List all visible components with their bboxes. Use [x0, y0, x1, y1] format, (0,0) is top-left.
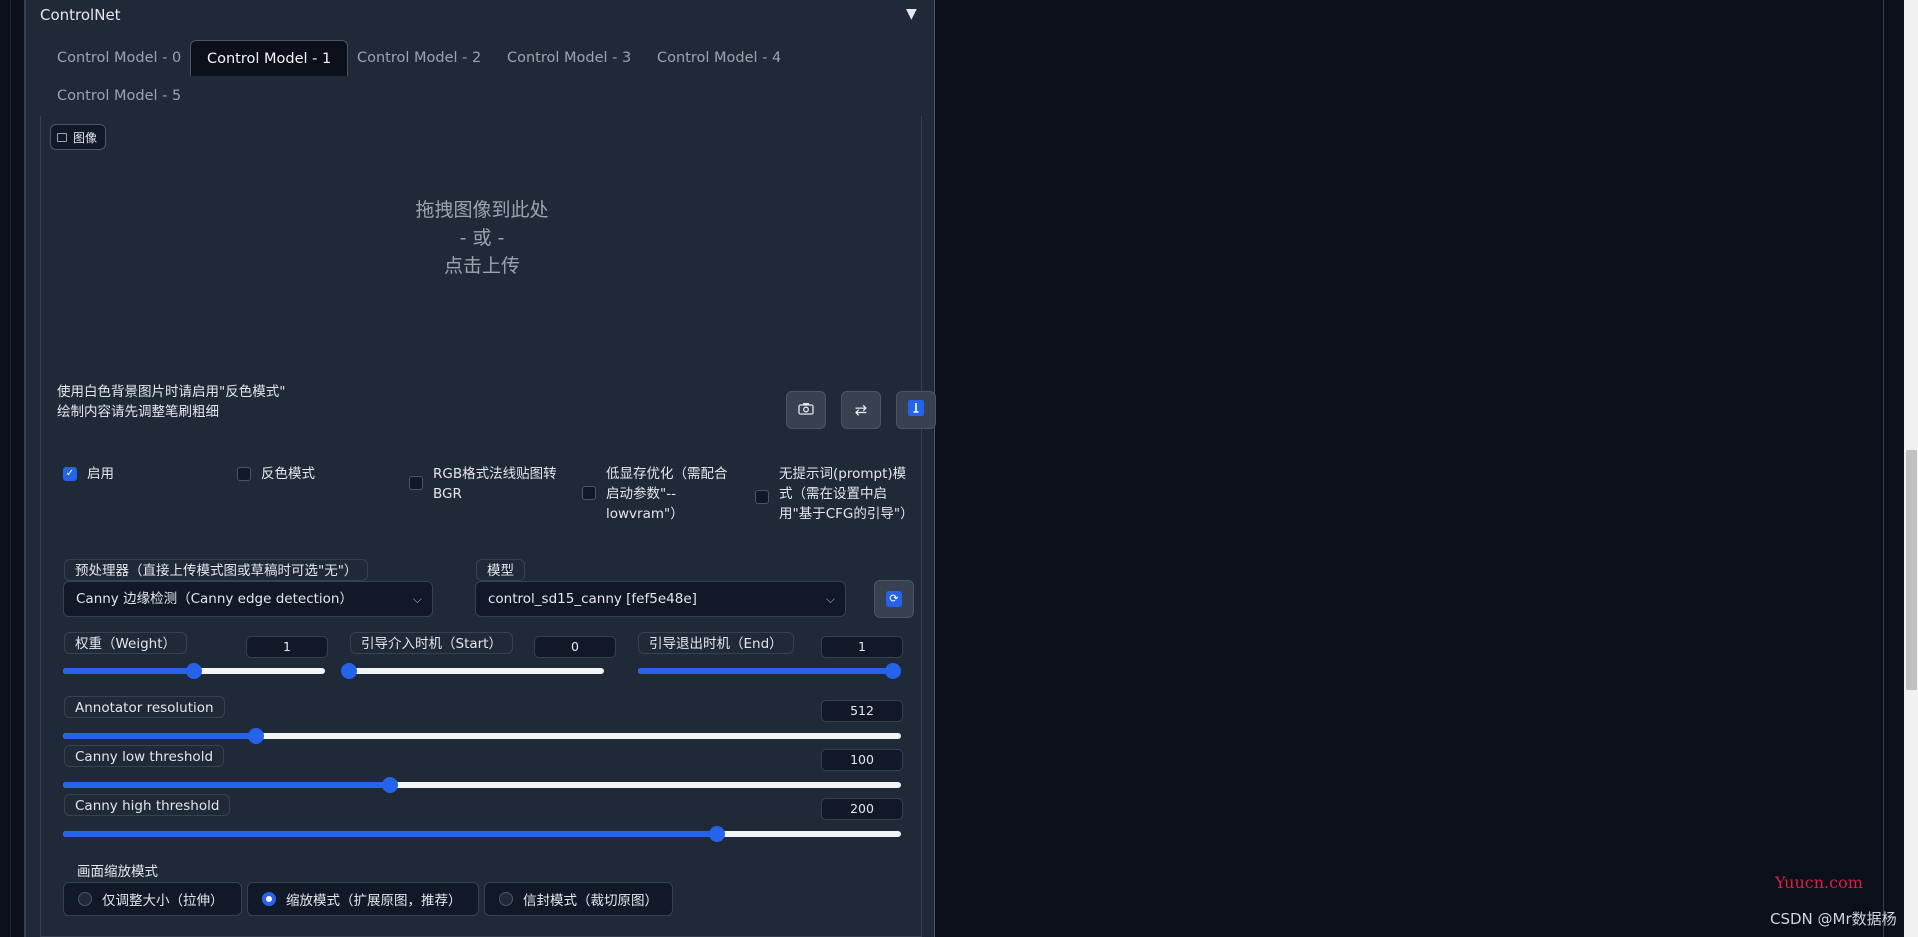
- rgb-to-bgr-label: RGB格式法线贴图转BGR: [433, 466, 557, 502]
- resize-mode-label: 画面缩放模式: [77, 864, 158, 880]
- preprocessor-label: 预处理器（直接上传模式图或草稿时可选"无"）: [64, 559, 369, 581]
- rgb-to-bgr-checkbox[interactable]: RGB格式法线贴图转BGR: [409, 464, 565, 504]
- canny-low-input[interactable]: 100: [821, 749, 903, 771]
- image-drop-zone[interactable]: 拖拽图像到此处 - 或 - 点击上传: [41, 196, 923, 280]
- checkbox-checked-icon: ✓: [63, 467, 77, 481]
- drop-text-2: - 或 -: [459, 227, 505, 249]
- slider-fill: [638, 668, 893, 674]
- canny-high-slider[interactable]: [63, 826, 901, 842]
- camera-icon: [798, 401, 814, 419]
- canny-low-slider[interactable]: [63, 777, 901, 793]
- tab-control-model-2[interactable]: Control Model - 2: [357, 40, 481, 76]
- guess-mode-label: 无提示词(prompt)模式（需在设置中启用"基于CFG的引导"）: [779, 466, 914, 522]
- chevron-down-icon: ⌵: [825, 592, 835, 606]
- enable-label: 启用: [87, 466, 114, 482]
- left-rail: [0, 0, 25, 937]
- control-model-tabs: Control Model - 0 Control Model - 1 Cont…: [26, 40, 936, 116]
- model-dropdown[interactable]: control_sd15_canny [fef5e48e] ⌵: [475, 581, 846, 617]
- slider-handle[interactable]: [247, 728, 264, 744]
- slider-fill: [63, 668, 194, 674]
- refresh-models-button[interactable]: ⟳: [874, 580, 914, 618]
- resize-option-label: 信封模式（裁切原图）: [523, 893, 658, 909]
- tab-control-model-5[interactable]: Control Model - 5: [57, 78, 181, 114]
- checkbox-icon: [582, 486, 596, 500]
- slider-handle[interactable]: [341, 663, 357, 679]
- resize-option-scale[interactable]: 缩放模式（扩展原图，推荐）: [247, 882, 479, 916]
- canny-low-label: Canny low threshold: [64, 745, 225, 767]
- annotator-resolution-input[interactable]: 512: [821, 700, 903, 722]
- slider-fill: [63, 733, 256, 739]
- accordion-title[interactable]: ControlNet: [40, 6, 121, 24]
- page: ControlNet ▼ Control Model - 0 Control M…: [0, 0, 1918, 937]
- slider-fill: [63, 831, 717, 837]
- resize-option-label: 仅调整大小（拉伸）: [102, 893, 224, 909]
- weight-label: 权重（Weight）: [64, 632, 188, 654]
- slider-handle[interactable]: [186, 663, 202, 679]
- guess-mode-checkbox[interactable]: 无提示词(prompt)模式（需在设置中启用"基于CFG的引导"）: [755, 464, 914, 524]
- tab-control-model-0[interactable]: Control Model - 0: [57, 40, 181, 76]
- low-vram-checkbox[interactable]: 低显存优化（需配合启动参数"--lowvram"）: [582, 464, 738, 524]
- radio-icon: [499, 892, 513, 906]
- start-input[interactable]: 0: [534, 636, 616, 658]
- invert-checkbox[interactable]: 反色模式: [237, 464, 387, 484]
- canny-high-label: Canny high threshold: [64, 794, 231, 816]
- checkbox-icon: [755, 490, 769, 504]
- enable-checkbox[interactable]: ✓ 启用: [63, 464, 213, 484]
- drop-text-3: 点击上传: [443, 255, 520, 277]
- watermark-site: Yuucn.com: [1775, 873, 1863, 892]
- end-slider[interactable]: [638, 663, 901, 679]
- brush-size-button[interactable]: [896, 391, 936, 429]
- image-label-text: 图像: [73, 130, 98, 145]
- options-checkboxes: ✓ 启用 反色模式 RGB格式法线贴图转BGR 低显存优化（需配合启动参数"--…: [41, 464, 923, 554]
- slider-handle[interactable]: [708, 826, 725, 842]
- image-label: 图像: [50, 124, 107, 150]
- tab-control-model-3[interactable]: Control Model - 3: [507, 40, 631, 76]
- checkbox-icon: [237, 467, 251, 481]
- end-label: 引导退出时机（End）: [638, 632, 794, 654]
- camera-button[interactable]: [786, 391, 826, 429]
- radio-icon: [78, 892, 92, 906]
- resize-option-envelope[interactable]: 信封模式（裁切原图）: [484, 882, 673, 916]
- model-label: 模型: [476, 559, 525, 581]
- canny-high-input[interactable]: 200: [821, 798, 903, 820]
- weight-input[interactable]: 1: [246, 636, 328, 658]
- invert-label: 反色模式: [261, 466, 315, 482]
- swap-icon: ⇄: [854, 401, 868, 419]
- collapse-toggle-icon[interactable]: ▼: [906, 6, 917, 22]
- annotator-resolution-label: Annotator resolution: [64, 696, 225, 718]
- slider-handle[interactable]: [381, 777, 398, 793]
- slider-handle[interactable]: [885, 663, 901, 679]
- preprocessor-value: Canny 边缘检测（Canny edge detection）: [76, 591, 353, 607]
- start-slider[interactable]: [341, 663, 604, 679]
- resize-option-stretch[interactable]: 仅调整大小（拉伸）: [63, 882, 242, 916]
- low-vram-label: 低显存优化（需配合启动参数"--lowvram"）: [606, 466, 728, 522]
- controlnet-panel: ControlNet ▼ Control Model - 0 Control M…: [25, 0, 936, 937]
- page-scrollbar[interactable]: [1883, 0, 1918, 937]
- drop-text-1: 拖拽图像到此处: [415, 199, 549, 221]
- watermark-author: CSDN @Mr数据杨: [1770, 910, 1897, 928]
- checkbox-icon: [409, 476, 423, 490]
- preprocessor-dropdown[interactable]: Canny 边缘检测（Canny edge detection） ⌵: [63, 581, 433, 617]
- weight-slider[interactable]: [63, 663, 325, 679]
- tab-control-model-4[interactable]: Control Model - 4: [657, 40, 781, 76]
- brush-size-icon: [907, 399, 925, 421]
- radio-selected-icon: [262, 892, 276, 906]
- chevron-down-icon: ⌵: [412, 592, 422, 606]
- tab-control-model-1[interactable]: Control Model - 1: [190, 40, 349, 76]
- slider-fill: [63, 782, 390, 788]
- model-value: control_sd15_canny [fef5e48e]: [488, 591, 697, 607]
- resize-option-label: 缩放模式（扩展原图，推荐）: [286, 893, 462, 909]
- hint-line-1: 使用白色背景图片时请启用"反色模式": [57, 384, 286, 400]
- annotator-resolution-slider[interactable]: [63, 728, 901, 744]
- swap-button[interactable]: ⇄: [841, 391, 881, 429]
- start-label: 引导介入时机（Start）: [350, 632, 513, 654]
- end-input[interactable]: 1: [821, 636, 903, 658]
- refresh-icon: ⟳: [886, 591, 902, 607]
- hint-line-2: 绘制内容请先调整笔刷粗细: [57, 404, 219, 420]
- hint-text: 使用白色背景图片时请启用"反色模式" 绘制内容请先调整笔刷粗细: [57, 382, 285, 422]
- tab-content: 图像 拖拽图像到此处 - 或 - 点击上传 使用白色背景图片时请启用"反色模式"…: [40, 116, 936, 937]
- image-icon: [57, 132, 67, 142]
- scrollbar-thumb[interactable]: [1906, 450, 1917, 690]
